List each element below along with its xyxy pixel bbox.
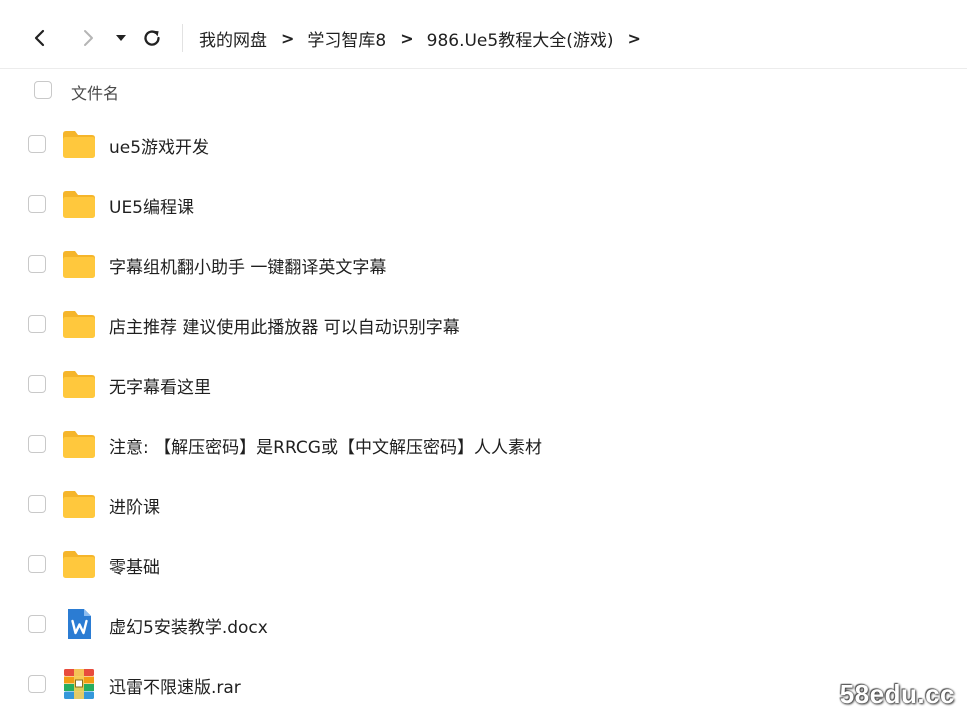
chevron-left-icon xyxy=(34,29,45,47)
file-name: 零基础 xyxy=(109,558,160,578)
toolbar: 我的网盘 > 学习智库8 > 986.Ue5教程大全(游戏) > xyxy=(0,0,967,69)
word-document-icon xyxy=(68,609,91,639)
folder-icon xyxy=(63,371,95,398)
file-name: 注意: 【解压密码】是RRCG或【中文解压密码】人人素材 xyxy=(109,438,542,458)
file-name: 店主推荐 建议使用此播放器 可以自动识别字幕 xyxy=(109,318,460,338)
refresh-button[interactable] xyxy=(134,20,170,56)
breadcrumb-separator: > xyxy=(281,28,295,48)
file-name: 字幕组机翻小助手 一键翻译英文字幕 xyxy=(109,258,387,278)
chevron-right-icon xyxy=(84,30,93,46)
column-header-filename[interactable]: 文件名 xyxy=(71,80,119,104)
breadcrumb-item-current[interactable]: 986.Ue5教程大全(游戏) xyxy=(427,26,614,51)
row-checkbox[interactable] xyxy=(28,615,46,633)
file-row[interactable]: 进阶课 xyxy=(0,474,967,534)
row-checkbox[interactable] xyxy=(28,375,46,393)
refresh-icon xyxy=(144,30,160,46)
select-all-checkbox[interactable] xyxy=(34,81,52,99)
folder-icon xyxy=(63,191,95,218)
back-button[interactable] xyxy=(22,20,58,56)
breadcrumb-separator-dropdown[interactable]: > xyxy=(627,29,640,48)
row-checkbox[interactable] xyxy=(28,495,46,513)
file-name: 迅雷不限速版.rar xyxy=(109,678,241,698)
row-checkbox[interactable] xyxy=(28,195,46,213)
caret-down-icon xyxy=(116,35,126,41)
row-checkbox[interactable] xyxy=(28,435,46,453)
file-name: ue5游戏开发 xyxy=(109,138,210,158)
row-checkbox[interactable] xyxy=(28,135,46,153)
file-name: UE5编程课 xyxy=(109,198,194,218)
row-checkbox[interactable] xyxy=(28,675,46,693)
file-row[interactable]: 无字幕看这里 xyxy=(0,354,967,414)
breadcrumb-item-root[interactable]: 我的网盘 xyxy=(199,26,267,51)
folder-icon xyxy=(63,251,95,278)
file-row[interactable]: 零基础 xyxy=(0,534,967,594)
row-checkbox[interactable] xyxy=(28,315,46,333)
file-row[interactable]: 虚幻5安装教学.docx xyxy=(0,594,967,654)
file-name: 进阶课 xyxy=(109,498,160,518)
history-dropdown-button[interactable] xyxy=(104,20,138,56)
file-name: 虚幻5安装教学.docx xyxy=(109,618,268,638)
watermark: 58edu.cc xyxy=(839,679,955,709)
file-row[interactable]: ue5游戏开发 xyxy=(0,114,967,174)
file-row[interactable]: UE5编程课 xyxy=(0,174,967,234)
rar-archive-icon xyxy=(64,669,94,699)
breadcrumb: 我的网盘 > 学习智库8 > 986.Ue5教程大全(游戏) > xyxy=(199,24,654,52)
forward-button[interactable] xyxy=(70,20,106,56)
folder-icon xyxy=(63,311,95,338)
breadcrumb-separator: > xyxy=(400,28,414,48)
folder-icon xyxy=(63,551,95,578)
row-checkbox[interactable] xyxy=(28,555,46,573)
row-checkbox[interactable] xyxy=(28,255,46,273)
folder-icon xyxy=(63,491,95,518)
file-name: 无字幕看这里 xyxy=(109,378,211,398)
file-row[interactable]: 注意: 【解压密码】是RRCG或【中文解压密码】人人素材 xyxy=(0,414,967,474)
file-row[interactable]: 店主推荐 建议使用此播放器 可以自动识别字幕 xyxy=(0,294,967,354)
folder-icon xyxy=(63,131,95,158)
folder-icon xyxy=(63,431,95,458)
list-header: 文件名 xyxy=(0,72,967,112)
toolbar-divider xyxy=(182,24,183,52)
breadcrumb-item-library[interactable]: 学习智库8 xyxy=(307,26,386,51)
file-row[interactable]: 字幕组机翻小助手 一键翻译英文字幕 xyxy=(0,234,967,294)
file-row[interactable]: 迅雷不限速版.rar xyxy=(0,654,967,714)
